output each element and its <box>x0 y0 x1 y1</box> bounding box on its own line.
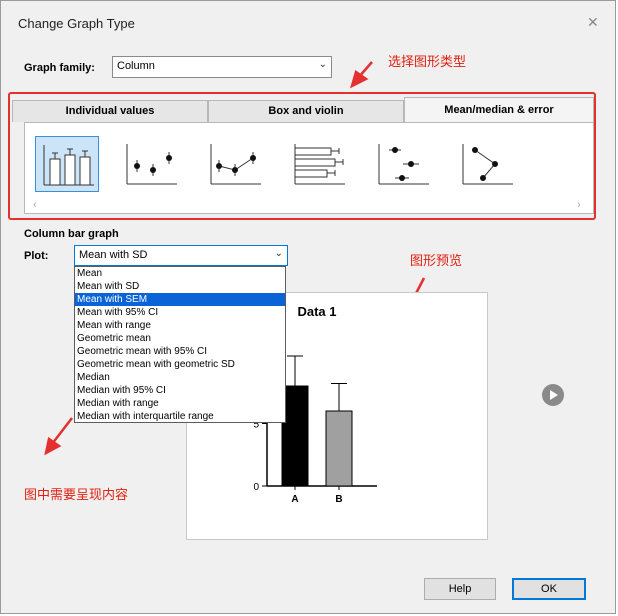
x-tick-label: B <box>335 494 342 505</box>
plot-options-list[interactable]: Mean Mean with SD Mean with SEM Mean with 9… <box>74 266 286 423</box>
plot-option[interactable]: Mean with SD <box>75 280 285 293</box>
plot-option[interactable]: Geometric mean with 95% CI <box>75 345 285 358</box>
plot-option[interactable]: Mean with SEM <box>75 293 285 306</box>
plot-select[interactable]: Mean with SD ⌄ <box>74 245 288 266</box>
annotation-preview: 图形预览 <box>410 254 463 269</box>
help-button[interactable]: Help <box>424 578 496 600</box>
chart-title: Data 1 <box>297 304 336 319</box>
ok-button[interactable]: OK <box>512 578 586 600</box>
x-tick-label: A <box>291 494 298 505</box>
plot-option[interactable]: Median with range <box>75 397 285 410</box>
plot-option[interactable]: Median <box>75 371 285 384</box>
plot-option[interactable]: Mean with 95% CI <box>75 306 285 319</box>
bar <box>325 410 353 487</box>
plot-option[interactable]: Geometric mean <box>75 332 285 345</box>
annotation-family: 选择图形类型 <box>388 55 467 70</box>
plot-option[interactable]: Median with 95% CI <box>75 384 285 397</box>
chevron-down-icon: ⌄ <box>274 248 283 259</box>
plot-option[interactable]: Mean with range <box>75 319 285 332</box>
plot-option[interactable]: Mean <box>75 267 285 280</box>
plot-option[interactable]: Median with interquartile range <box>75 410 285 422</box>
plot-option[interactable]: Geometric mean with geometric SD <box>75 358 285 371</box>
section-title: Column bar graph <box>24 228 119 240</box>
play-icon[interactable] <box>542 384 564 406</box>
y-tick-label: 0 <box>253 482 259 493</box>
plot-value: Mean with SD <box>79 249 148 261</box>
annotation-content: 图中需要呈现内容 <box>24 488 129 503</box>
plot-label: Plot: <box>24 250 49 262</box>
gallery-highlight-box <box>8 92 596 220</box>
